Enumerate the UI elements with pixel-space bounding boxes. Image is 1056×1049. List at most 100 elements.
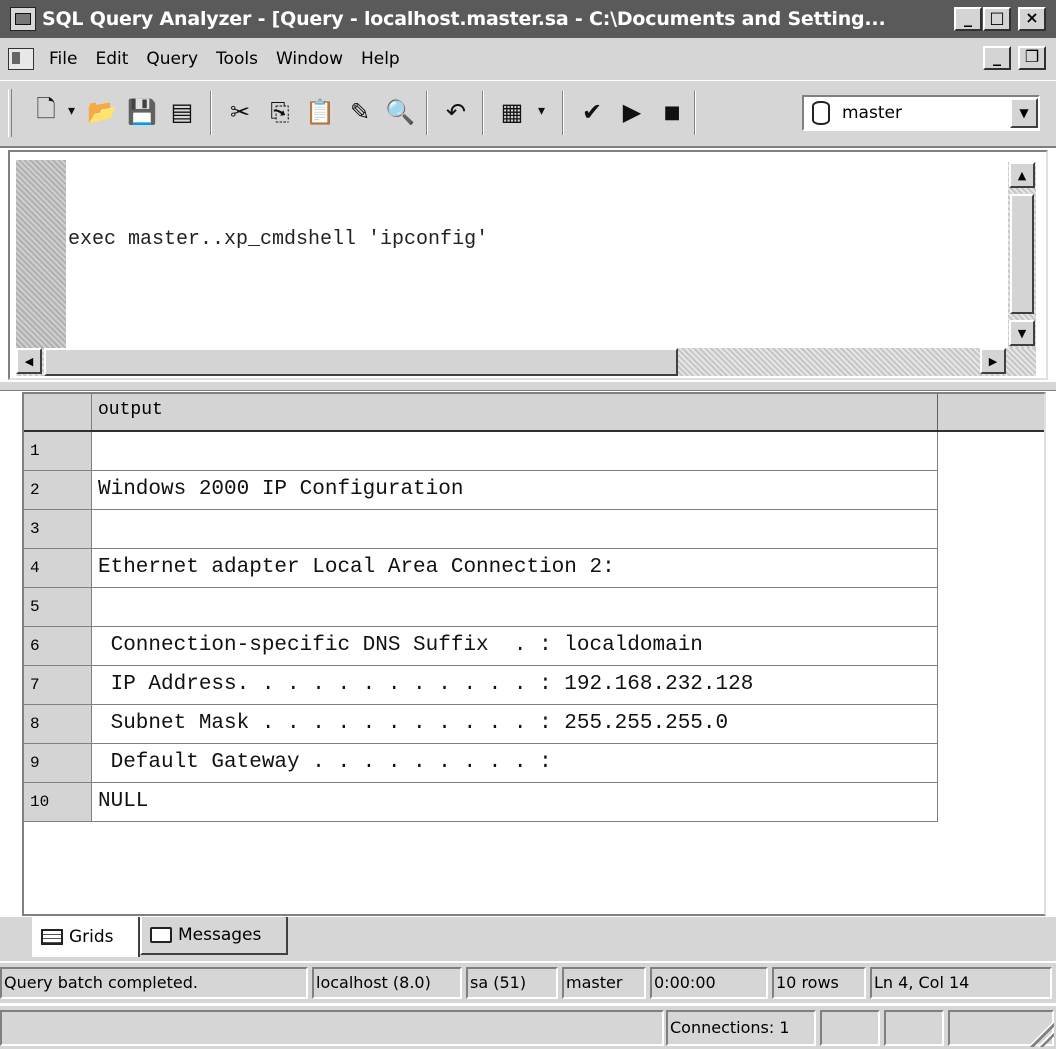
output-cell[interactable]: Default Gateway . . . . . . . . . : — [92, 744, 938, 783]
table-row[interactable]: 10 NULL — [24, 783, 938, 822]
connection-status-bar: Connections: 1 — [0, 1005, 1056, 1049]
chevron-down-icon[interactable]: ▼ — [1010, 98, 1038, 128]
menu-tools[interactable]: Tools — [207, 49, 267, 69]
menu-file[interactable]: File — [40, 49, 86, 69]
table-row[interactable]: 8 Subnet Mask . . . . . . . . . . . : 25… — [24, 705, 938, 744]
menu-window[interactable]: Window — [267, 49, 352, 69]
title-bar: SQL Query Analyzer - [Query - localhost.… — [0, 0, 1056, 38]
database-select-value: master — [842, 103, 902, 123]
tab-grids[interactable]: Grids — [32, 917, 140, 957]
output-cell[interactable] — [92, 588, 938, 627]
table-row[interactable]: 5 — [24, 588, 938, 627]
query-editor[interactable]: exec master..xp_cmdshell 'ipconfig' — [68, 228, 488, 251]
results-mode-dropdown-icon[interactable]: ▾ — [538, 103, 545, 119]
doc-restore-button[interactable]: ❐ — [1018, 46, 1046, 70]
cut-icon[interactable]: ✂ — [222, 95, 258, 129]
toolbar-separator — [210, 91, 212, 135]
row-number[interactable]: 10 — [24, 783, 92, 822]
toolbar-grip[interactable] — [8, 89, 12, 137]
row-number[interactable]: 8 — [24, 705, 92, 744]
document-icon[interactable] — [8, 48, 34, 70]
editor-gutter — [16, 160, 66, 348]
status-position: Ln 4, Col 14 — [870, 967, 1052, 999]
grid-corner[interactable] — [24, 394, 92, 430]
row-number[interactable]: 7 — [24, 666, 92, 705]
database-icon — [812, 101, 830, 125]
output-cell[interactable] — [92, 510, 938, 549]
status-connections: Connections: 1 — [666, 1010, 816, 1046]
status-message: Query batch completed. — [0, 967, 308, 999]
status-empty-panel — [0, 1010, 664, 1046]
row-number[interactable]: 3 — [24, 510, 92, 549]
insert-template-icon[interactable]: ▤ — [164, 95, 200, 129]
table-row[interactable]: 4 Ethernet adapter Local Area Connection… — [24, 549, 938, 588]
scroll-down-icon[interactable]: ▼ — [1009, 320, 1035, 346]
parse-query-icon[interactable]: ✔ — [574, 95, 610, 129]
status-server: localhost (8.0) — [312, 967, 462, 999]
menu-edit[interactable]: Edit — [86, 49, 137, 69]
new-query-icon[interactable]: 🗋 — [28, 95, 64, 129]
save-icon[interactable]: 💾 — [124, 95, 160, 129]
output-cell[interactable]: Windows 2000 IP Configuration — [92, 471, 938, 510]
scroll-right-icon[interactable]: ▶ — [980, 348, 1006, 374]
resize-grip-icon[interactable] — [1030, 1023, 1054, 1047]
cancel-query-icon[interactable]: ■ — [654, 95, 690, 129]
row-number[interactable]: 5 — [24, 588, 92, 627]
menu-bar: File Edit Query Tools Window Help _ ❐ — [0, 38, 1056, 80]
new-query-dropdown-icon[interactable]: ▾ — [68, 103, 75, 119]
menu-query[interactable]: Query — [137, 49, 207, 69]
output-cell[interactable] — [92, 432, 938, 471]
status-elapsed: 0:00:00 — [650, 967, 768, 999]
row-number[interactable]: 6 — [24, 627, 92, 666]
tab-messages[interactable]: Messages — [140, 917, 288, 955]
output-cell[interactable]: IP Address. . . . . . . . . . . . : 192.… — [92, 666, 938, 705]
table-row[interactable]: 7 IP Address. . . . . . . . . . . . : 19… — [24, 666, 938, 705]
results-mode-icon[interactable]: ▦ — [494, 95, 530, 129]
row-number[interactable]: 1 — [24, 432, 92, 471]
row-number[interactable]: 9 — [24, 744, 92, 783]
database-select[interactable]: master ▼ — [802, 95, 1040, 131]
scroll-left-icon[interactable]: ◀ — [16, 348, 42, 374]
minimize-button[interactable]: _ — [954, 7, 982, 31]
find-icon[interactable]: 🔍 — [382, 95, 418, 129]
output-cell[interactable]: Connection-specific DNS Suffix . : local… — [92, 627, 938, 666]
execute-query-icon[interactable]: ▶ — [614, 95, 650, 129]
editor-vertical-scroll-thumb[interactable] — [1010, 194, 1034, 314]
menu-help[interactable]: Help — [352, 49, 409, 69]
open-folder-icon[interactable]: 📂 — [84, 95, 120, 129]
column-header-output[interactable]: output — [92, 394, 938, 430]
output-cell[interactable]: NULL — [92, 783, 938, 822]
scroll-up-icon[interactable]: ▲ — [1009, 162, 1035, 188]
doc-minimize-button[interactable]: _ — [983, 46, 1011, 70]
toolbar-separator — [426, 91, 428, 135]
table-row[interactable]: 1 — [24, 432, 938, 471]
status-panel — [884, 1010, 944, 1046]
close-button[interactable]: × — [1018, 7, 1046, 31]
tab-grids-label: Grids — [69, 927, 114, 947]
editor-horizontal-scroll-thumb[interactable] — [44, 348, 678, 376]
pane-splitter[interactable] — [0, 381, 1056, 391]
tab-messages-label: Messages — [178, 925, 262, 945]
table-row[interactable]: 9 Default Gateway . . . . . . . . . : — [24, 744, 938, 783]
table-row[interactable]: 2 Windows 2000 IP Configuration — [24, 471, 938, 510]
results-tab-bar: Grids Messages — [0, 917, 1056, 961]
status-rows: 10 rows — [772, 967, 866, 999]
status-panel — [820, 1010, 880, 1046]
toolbar-separator — [562, 91, 564, 135]
table-row[interactable]: 6 Connection-specific DNS Suffix . : loc… — [24, 627, 938, 666]
row-number[interactable]: 4 — [24, 549, 92, 588]
query-analyzer-app-icon[interactable] — [10, 7, 36, 31]
paste-icon[interactable]: 📋 — [302, 95, 338, 129]
toolbar: 🗋 ▾ 📂 💾 ▤ ✂ ⎘ 📋 ✎ 🔍 ↶ ▦ ▾ ✔ ▶ ■ master ▼ — [0, 80, 1056, 148]
status-database: master — [562, 967, 646, 999]
row-number[interactable]: 2 — [24, 471, 92, 510]
status-bar: Query batch completed. localhost (8.0) s… — [0, 963, 1056, 1003]
output-cell[interactable]: Ethernet adapter Local Area Connection 2… — [92, 549, 938, 588]
results-grid: output 1 2 Windows 2000 IP Configuration… — [22, 392, 1046, 916]
copy-icon[interactable]: ⎘ — [262, 95, 298, 129]
maximize-button[interactable]: □ — [983, 7, 1011, 31]
table-row[interactable]: 3 — [24, 510, 938, 549]
undo-icon[interactable]: ↶ — [438, 95, 474, 129]
output-cell[interactable]: Subnet Mask . . . . . . . . . . . : 255.… — [92, 705, 938, 744]
clear-window-icon[interactable]: ✎ — [342, 95, 378, 129]
